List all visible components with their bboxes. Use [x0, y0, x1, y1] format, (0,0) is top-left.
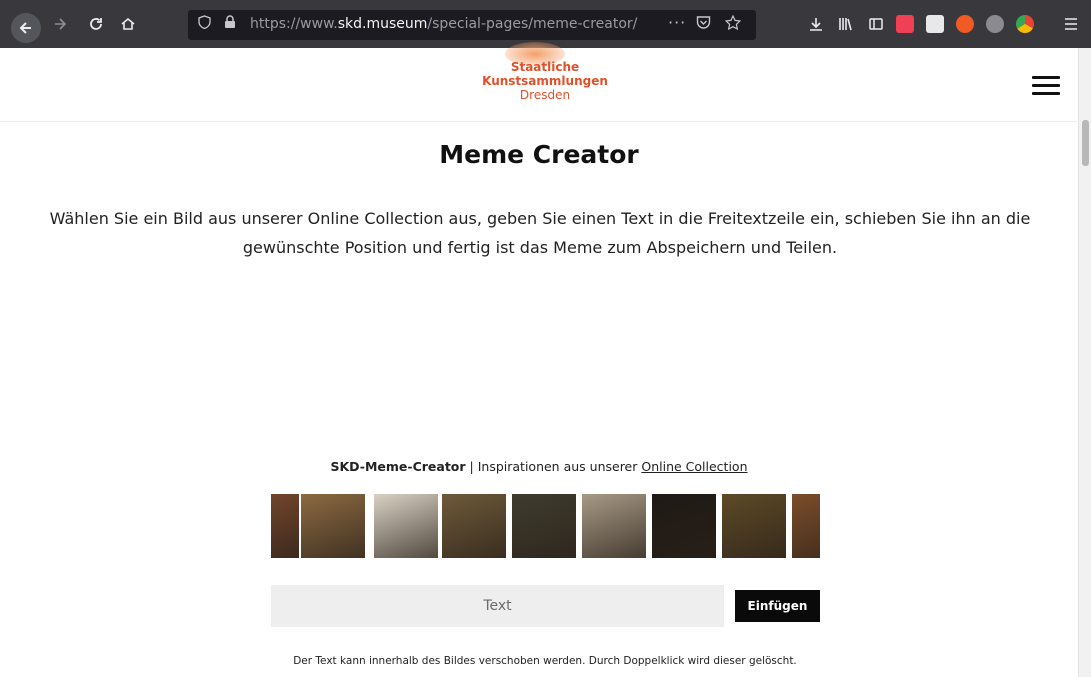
extension-s-icon[interactable]	[926, 15, 944, 33]
url-path: /special-pages/meme-creator/	[427, 16, 638, 32]
logo-line-2: Kunstsammlungen	[482, 74, 608, 88]
skd-logo[interactable]: Staatliche Kunstsammlungen Dresden	[470, 60, 620, 102]
account-icon[interactable]	[986, 15, 1004, 33]
meme-text-input[interactable]	[271, 585, 724, 627]
home-button[interactable]	[114, 10, 142, 38]
sidebar-icon	[869, 18, 883, 30]
gallery-thumb-6[interactable]	[582, 494, 646, 558]
gallery-thumb-2[interactable]	[301, 494, 365, 558]
creator-separator: | Inspirationen aus unserer	[465, 459, 642, 474]
downloads-button[interactable]	[802, 10, 830, 38]
sidebar-button[interactable]	[862, 10, 890, 38]
download-icon	[810, 18, 822, 31]
creator-heading: SKD-Meme-Creator | Inspirationen aus uns…	[0, 459, 1078, 474]
library-button[interactable]	[832, 10, 860, 38]
url-bar[interactable]: https://www.skd.museum/special-pages/mem…	[188, 10, 756, 40]
forward-arrow-icon	[55, 18, 67, 30]
hint-text: Der Text kann innerhalb des Bildes versc…	[293, 655, 797, 667]
extension-orange-icon[interactable]	[956, 15, 974, 33]
app-menu-button[interactable]	[1056, 10, 1086, 38]
logo-line-3: Dresden	[519, 88, 571, 102]
reload-icon	[90, 18, 102, 30]
hamburger-menu-icon[interactable]	[1032, 76, 1060, 96]
home-icon	[121, 17, 135, 30]
pocket-extension-icon[interactable]	[896, 15, 914, 33]
scrollbar-thumb[interactable]	[1082, 120, 1089, 166]
creator-brand: SKD-Meme-Creator	[330, 459, 466, 474]
bookmark-star-icon[interactable]	[724, 14, 742, 34]
scrollbar[interactable]	[1078, 48, 1091, 677]
gallery-thumb-9[interactable]	[792, 494, 820, 558]
hamburger-menu-icon	[1065, 18, 1077, 30]
image-gallery[interactable]	[271, 494, 820, 558]
reload-button[interactable]	[82, 10, 110, 38]
site-header: Staatliche Kunstsammlungen Dresden	[0, 42, 1078, 122]
url-prefix: https://www.	[250, 16, 338, 32]
gallery-thumb-4[interactable]	[442, 494, 506, 558]
insert-button[interactable]: Einfügen	[735, 590, 820, 622]
gallery-thumb-3[interactable]	[374, 494, 438, 558]
gallery-thumb-5[interactable]	[512, 494, 576, 558]
back-arrow-icon	[19, 22, 31, 34]
page-actions-icon[interactable]: ···	[668, 13, 686, 32]
lock-icon[interactable]	[224, 15, 236, 33]
url-text: https://www.skd.museum/special-pages/mem…	[250, 16, 637, 32]
gallery-thumb-1[interactable]	[271, 494, 299, 558]
back-button[interactable]	[11, 13, 41, 43]
intro-text: Wählen Sie ein Bild aus unserer Online C…	[49, 209, 1031, 257]
gallery-thumb-8[interactable]	[722, 494, 786, 558]
web-page: Staatliche Kunstsammlungen Dresden Meme …	[0, 42, 1078, 677]
page-title: Meme Creator	[439, 140, 639, 169]
browser-toolbar: https://www.skd.museum/special-pages/mem…	[0, 0, 1091, 48]
forward-button[interactable]	[46, 10, 74, 38]
logo-line-1: Staatliche	[510, 60, 580, 74]
extension-color-icon[interactable]	[1016, 15, 1034, 33]
pocket-icon[interactable]	[696, 15, 711, 33]
library-icon	[839, 18, 852, 31]
gallery-thumb-7[interactable]	[652, 494, 716, 558]
tracking-shield-icon[interactable]	[198, 15, 211, 33]
online-collection-link[interactable]: Online Collection	[641, 459, 747, 474]
url-domain: skd.museum	[337, 16, 428, 32]
